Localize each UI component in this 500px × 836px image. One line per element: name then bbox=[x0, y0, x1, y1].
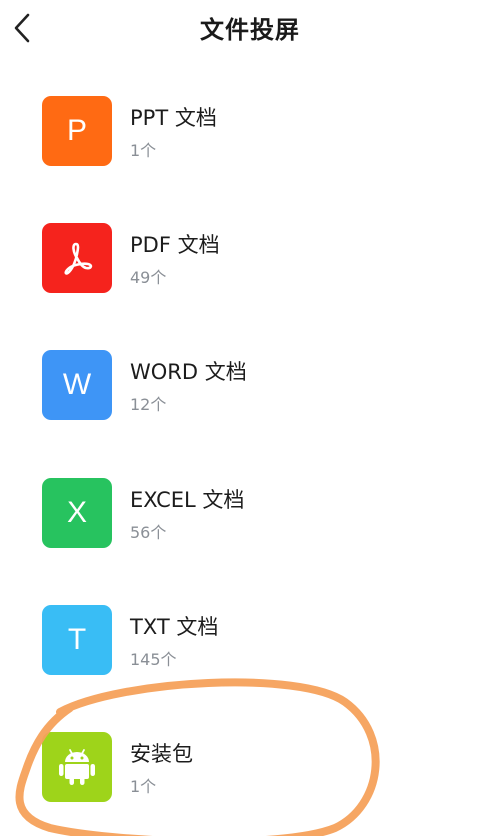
list-item-txt[interactable]: T TXT 文档 145个 bbox=[0, 605, 500, 701]
item-name: EXCEL 文档 bbox=[130, 488, 245, 512]
txt-icon-letter: T bbox=[67, 623, 87, 656]
item-count: 1个 bbox=[130, 777, 157, 796]
list-item-apk[interactable]: 安装包 1个 bbox=[0, 732, 500, 828]
acrobat-glyph bbox=[64, 242, 93, 275]
item-count: 1个 bbox=[130, 141, 157, 160]
item-name: PPT 文档 bbox=[130, 106, 217, 130]
item-count: 145个 bbox=[130, 650, 177, 669]
top-bar: 文件投屏 bbox=[0, 0, 500, 56]
item-count: 49个 bbox=[130, 268, 167, 287]
list-item-ppt[interactable]: P PPT 文档 1个 bbox=[0, 96, 500, 192]
item-count: 56个 bbox=[130, 523, 167, 542]
list-item-word[interactable]: W WORD 文档 12个 bbox=[0, 350, 500, 446]
word-icon-letter: W bbox=[62, 368, 92, 401]
word-file-icon: W bbox=[42, 350, 112, 420]
item-count: 12个 bbox=[130, 395, 167, 414]
item-name: WORD 文档 bbox=[130, 360, 247, 384]
excel-file-icon: X bbox=[42, 478, 112, 548]
list-item-excel[interactable]: X EXCEL 文档 56个 bbox=[0, 478, 500, 574]
txt-file-icon: T bbox=[42, 605, 112, 675]
page-title: 文件投屏 bbox=[200, 16, 300, 44]
ppt-icon-letter: P bbox=[66, 114, 87, 147]
item-name: 安装包 bbox=[130, 742, 193, 766]
android-icon bbox=[42, 732, 112, 802]
list-item-pdf[interactable]: PDF 文档 49个 bbox=[0, 223, 500, 319]
android-robot-glyph bbox=[59, 749, 95, 785]
item-name: PDF 文档 bbox=[130, 233, 220, 257]
pdf-acrobat-icon bbox=[42, 223, 112, 293]
ppt-file-icon: P bbox=[42, 96, 112, 166]
item-name: TXT 文档 bbox=[130, 615, 219, 639]
excel-icon-letter: X bbox=[66, 496, 87, 529]
